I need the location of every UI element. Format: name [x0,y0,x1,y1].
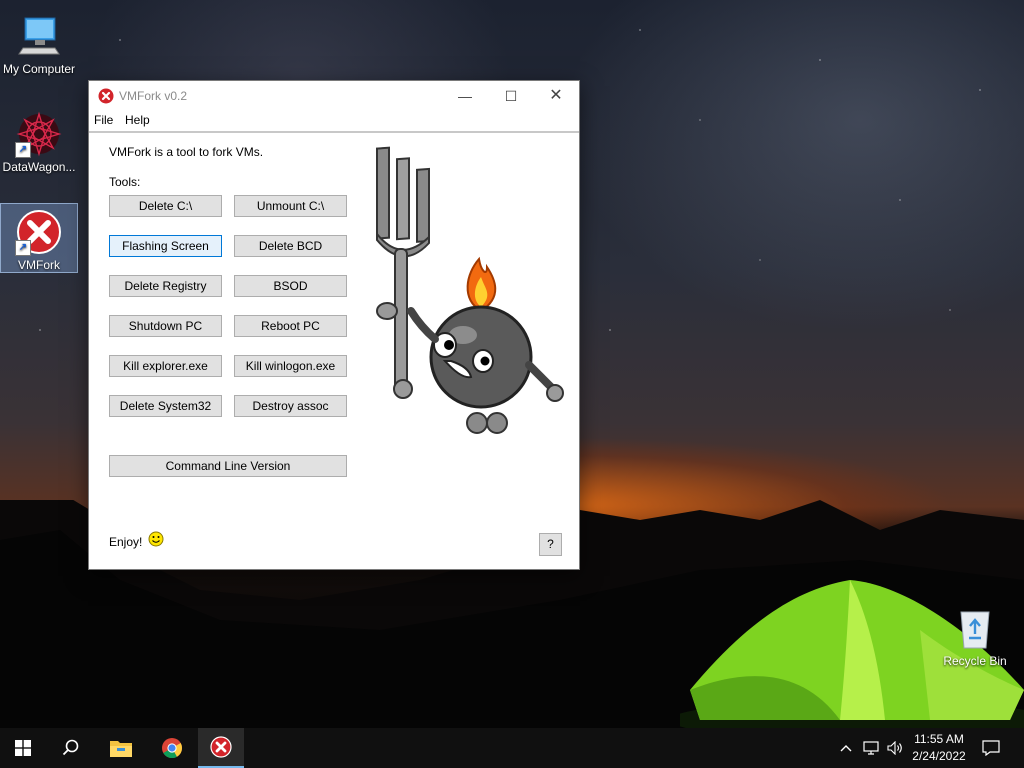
notification-icon [982,740,1000,756]
network-tray-button[interactable] [860,728,882,768]
clock-date: 2/24/2022 [912,749,966,763]
desktop-icon-recycle-bin[interactable]: Recycle Bin [937,600,1013,670]
desktop-icon-label: DataWagon... [2,160,76,174]
chrome-icon [162,738,183,759]
bsod-button[interactable]: BSOD [234,275,347,297]
menu-file[interactable]: File [94,113,113,127]
close-button[interactable]: ✕ [533,81,579,111]
desktop-icon-label: VMFork [18,258,60,272]
datawagon-icon: ↗ [15,110,63,158]
smiley-icon [148,531,164,547]
delete-system32-button[interactable]: Delete System32 [109,395,222,417]
vmfork-icon [98,88,114,104]
delete-registry-button[interactable]: Delete Registry [109,275,222,297]
chevron-up-icon [840,745,852,752]
action-center-button[interactable] [978,728,1004,768]
shortcut-arrow-icon: ↗ [15,240,31,256]
unmount-c-button[interactable]: Unmount C:\ [234,195,347,217]
tools-label: Tools: [109,175,141,189]
desktop-icon-datawagon[interactable]: ↗ DataWagon... [1,106,77,176]
taskbar-vmfork[interactable] [198,728,244,768]
desktop-icon-label: Recycle Bin [943,654,1007,668]
vmfork-window[interactable]: VMFork v0.2 — ☐ ✕ File Help VMFork is a … [88,80,580,570]
search-button[interactable] [48,728,94,768]
volume-tray-button[interactable] [884,728,906,768]
taskbar-chrome[interactable] [149,728,195,768]
help-button[interactable]: ? [539,533,562,556]
desktop-icon-label: My Computer [2,62,76,76]
taskbar-file-explorer[interactable] [98,728,144,768]
reboot-pc-button[interactable]: Reboot PC [234,315,347,337]
computer-icon [15,12,63,60]
window-title: VMFork v0.2 [119,89,188,103]
minimize-button[interactable]: — [442,81,488,111]
start-icon [15,740,31,756]
show-hidden-icons-button[interactable] [836,728,856,768]
command-line-version-button[interactable]: Command Line Version [109,455,347,477]
window-titlebar[interactable]: VMFork v0.2 — ☐ ✕ [89,81,579,111]
flashing-screen-button[interactable]: Flashing Screen [109,235,222,257]
shortcut-arrow-icon: ↗ [15,142,31,158]
file-explorer-icon [110,741,132,757]
enjoy-text: Enjoy! [109,535,143,549]
kill-winlogon-button[interactable]: Kill winlogon.exe [234,355,347,377]
shutdown-pc-button[interactable]: Shutdown PC [109,315,222,337]
kill-explorer-button[interactable]: Kill explorer.exe [109,355,222,377]
network-icon [863,741,879,755]
taskbar-clock[interactable]: 11:55 AM 2/24/2022 [906,731,972,765]
desktop-icon-vmfork[interactable]: ↗ VMFork [0,203,78,273]
maximize-button[interactable]: ☐ [488,81,534,111]
menu-bar: File Help [89,111,579,133]
volume-icon [887,741,902,755]
vmfork-icon [210,736,232,758]
clock-time: 11:55 AM [914,732,964,746]
menu-help[interactable]: Help [125,113,150,127]
delete-c-button[interactable]: Delete C:\ [109,195,222,217]
destroy-assoc-button[interactable]: Destroy assoc [234,395,347,417]
start-button[interactable] [0,728,46,768]
app-description: VMFork is a tool to fork VMs. [109,145,264,159]
recycle-bin-icon [951,604,999,652]
delete-bcd-button[interactable]: Delete BCD [234,235,347,257]
search-icon [62,739,79,756]
vmfork-icon: ↗ [15,208,63,256]
desktop-icon-my-computer[interactable]: My Computer [1,8,77,76]
bomb-fork-mascot-icon [376,146,564,434]
window-client-area: VMFork is a tool to fork VMs. Tools: Del… [89,133,579,569]
taskbar: 11:55 AM 2/24/2022 [0,728,1024,768]
